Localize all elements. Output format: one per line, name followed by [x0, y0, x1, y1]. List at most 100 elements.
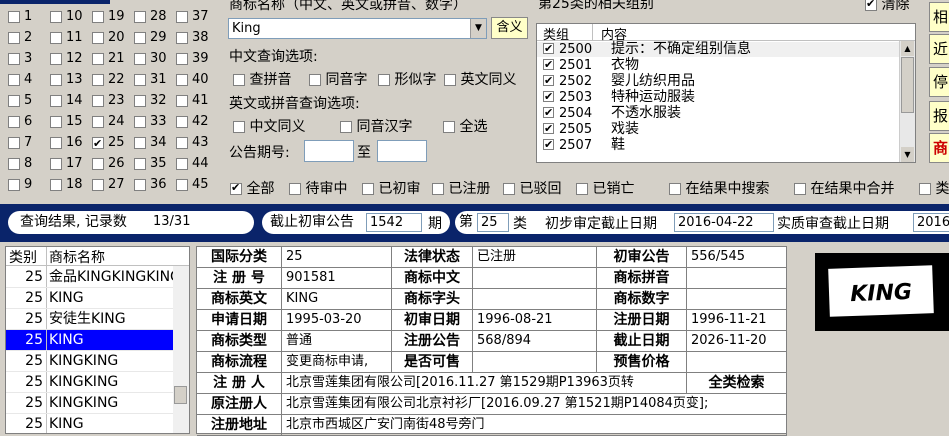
detail-full-search[interactable]: 全类检索 [687, 373, 787, 394]
results-list[interactable]: 类别 商标名称 25 金品KINGKINGKING 25 KING 25 安徒生KING 2… [5, 246, 190, 434]
filter-checkbox-5[interactable]: 已销亡 [576, 178, 634, 198]
group-row[interactable]: 2500提示：不确定组别信息 [537, 41, 899, 57]
chevron-down-icon[interactable]: ▼ [470, 19, 486, 38]
cutoff-issue-input[interactable]: 1542 [366, 213, 422, 232]
meaning-button[interactable]: 含义 [491, 17, 528, 39]
class-checkbox-37[interactable]: 37 [176, 8, 209, 26]
filter-checkbox-2[interactable]: 已初审 [362, 178, 420, 198]
class-checkbox-3[interactable]: 3 [8, 50, 32, 68]
class-checkbox-41[interactable]: 41 [176, 92, 209, 110]
class-checkbox-24[interactable]: 24 [92, 113, 125, 131]
result-row[interactable]: 25 KING [6, 288, 174, 309]
class-checkbox-13[interactable]: 13 [50, 71, 83, 89]
class-checkbox-43[interactable]: 43 [176, 134, 209, 152]
cn-option-homophone[interactable]: 同音字 [309, 69, 367, 89]
group-row[interactable]: 2502婴儿纺织用品 [537, 73, 899, 89]
class-checkbox-6[interactable]: 6 [8, 113, 32, 131]
filter-checkbox-6[interactable]: 在结果中搜索 [669, 178, 769, 198]
filter-checkbox-0[interactable]: 全部 [230, 178, 274, 198]
result-row[interactable]: 25 安徒生KING [6, 309, 174, 330]
side-button-3[interactable]: 报 [929, 101, 949, 131]
class-checkbox-29[interactable]: 29 [134, 29, 167, 47]
group-row[interactable]: 2505戏装 [537, 121, 899, 137]
class-checkbox-18[interactable]: 18 [50, 176, 83, 194]
trademark-name-combobox[interactable]: King ▼ [228, 18, 487, 39]
issue-from-input[interactable] [304, 140, 354, 162]
class-checkbox-5[interactable]: 5 [8, 92, 32, 110]
class-checkbox-28[interactable]: 28 [134, 8, 167, 26]
cn-option-pinyin[interactable]: 查拼音 [233, 69, 291, 89]
prelim-cutoff-date[interactable]: 2016-04-22 [674, 213, 774, 232]
en-option-homophone-han[interactable]: 同音汉字 [340, 116, 412, 136]
result-row[interactable]: 25 KING [6, 414, 174, 433]
class-checkbox-33[interactable]: 33 [134, 113, 167, 131]
group-row[interactable]: 2507鞋 [537, 137, 899, 153]
class-checkbox-42[interactable]: 42 [176, 113, 209, 131]
class-number-input[interactable]: 25 [477, 213, 509, 232]
result-row[interactable]: 25 金品KINGKINGKING [6, 267, 174, 288]
group-row[interactable]: 2503特种运动服装 [537, 89, 899, 105]
class-checkbox-21[interactable]: 21 [92, 50, 125, 68]
class-checkbox-32[interactable]: 32 [134, 92, 167, 110]
class-checkbox-23[interactable]: 23 [92, 92, 125, 110]
groups-scrollbar[interactable]: ▲ ▼ [899, 41, 915, 162]
class-checkbox-17[interactable]: 17 [50, 155, 83, 173]
cn-option-similar-shape[interactable]: 形似字 [378, 69, 436, 89]
issue-to-input[interactable] [377, 140, 427, 162]
group-row[interactable]: 2504不透水服装 [537, 105, 899, 121]
class-checkbox-34[interactable]: 34 [134, 134, 167, 152]
class-checkbox-15[interactable]: 15 [50, 113, 83, 131]
result-row[interactable]: 25 KING [6, 330, 174, 351]
class-checkbox-27[interactable]: 27 [92, 176, 125, 194]
class-checkbox-10[interactable]: 10 [50, 8, 83, 26]
class-checkbox-19[interactable]: 19 [92, 8, 125, 26]
class-checkbox-40[interactable]: 40 [176, 71, 209, 89]
class-checkbox-8[interactable]: 8 [8, 155, 32, 173]
class-checkbox-20[interactable]: 20 [92, 29, 125, 47]
class-checkbox-26[interactable]: 26 [92, 155, 125, 173]
class-checkbox-7[interactable]: 7 [8, 134, 32, 152]
class-checkbox-16[interactable]: 16 [50, 134, 83, 152]
side-button-0[interactable]: 相 [929, 2, 949, 32]
filter-checkbox-3[interactable]: 已注册 [432, 178, 490, 198]
filter-checkbox-7[interactable]: 在结果中合并 [794, 178, 894, 198]
class-checkbox-12[interactable]: 12 [50, 50, 83, 68]
class-checkbox-1[interactable]: 1 [8, 8, 32, 26]
class-checkbox-38[interactable]: 38 [176, 29, 209, 47]
results-scrollbar[interactable] [173, 266, 189, 433]
exam-cutoff-date[interactable]: 2016 [913, 213, 949, 232]
class-checkbox-4[interactable]: 4 [8, 71, 32, 89]
group-row[interactable]: 2501衣物 [537, 57, 899, 73]
class-checkbox-11[interactable]: 11 [50, 29, 83, 47]
related-groups-list[interactable]: 类组 内容 2500提示：不确定组别信息2501衣物2502婴儿纺织用品2503… [536, 23, 916, 163]
class-checkbox-9[interactable]: 9 [8, 176, 32, 194]
en-option-cn-synonym[interactable]: 中文同义 [233, 116, 305, 136]
result-row[interactable]: 25 KINGKING [6, 351, 174, 372]
en-option-select-all[interactable]: 全选 [443, 116, 487, 136]
class-checkbox-39[interactable]: 39 [176, 50, 209, 68]
group-checkbox[interactable] [543, 57, 554, 72]
clear-checkbox[interactable]: 清除 [865, 0, 909, 14]
filter-checkbox-4[interactable]: 已驳回 [503, 178, 561, 198]
side-button-1[interactable]: 近 [929, 34, 949, 64]
side-button-4[interactable]: 商 [929, 133, 949, 163]
group-checkbox[interactable] [543, 41, 554, 56]
group-checkbox[interactable] [543, 121, 554, 136]
class-checkbox-36[interactable]: 36 [134, 176, 167, 194]
group-checkbox[interactable] [543, 89, 554, 104]
class-checkbox-2[interactable]: 2 [8, 29, 32, 47]
class-checkbox-45[interactable]: 45 [176, 176, 209, 194]
filter-checkbox-1[interactable]: 待审中 [289, 178, 347, 198]
class-checkbox-25[interactable]: 25 [92, 134, 125, 153]
class-checkbox-31[interactable]: 31 [134, 71, 167, 89]
result-row[interactable]: 25 KINGKING [6, 372, 174, 393]
class-checkbox-44[interactable]: 44 [176, 155, 209, 173]
class-checkbox-30[interactable]: 30 [134, 50, 167, 68]
class-checkbox-35[interactable]: 35 [134, 155, 167, 173]
result-row[interactable]: 25 KINGKING [6, 393, 174, 414]
group-checkbox[interactable] [543, 73, 554, 88]
filter-checkbox-8[interactable]: 类 [919, 178, 949, 198]
class-checkbox-22[interactable]: 22 [92, 71, 125, 89]
side-button-2[interactable]: 停 [929, 67, 949, 97]
cn-option-en-synonym[interactable]: 英文同义 [444, 69, 516, 89]
